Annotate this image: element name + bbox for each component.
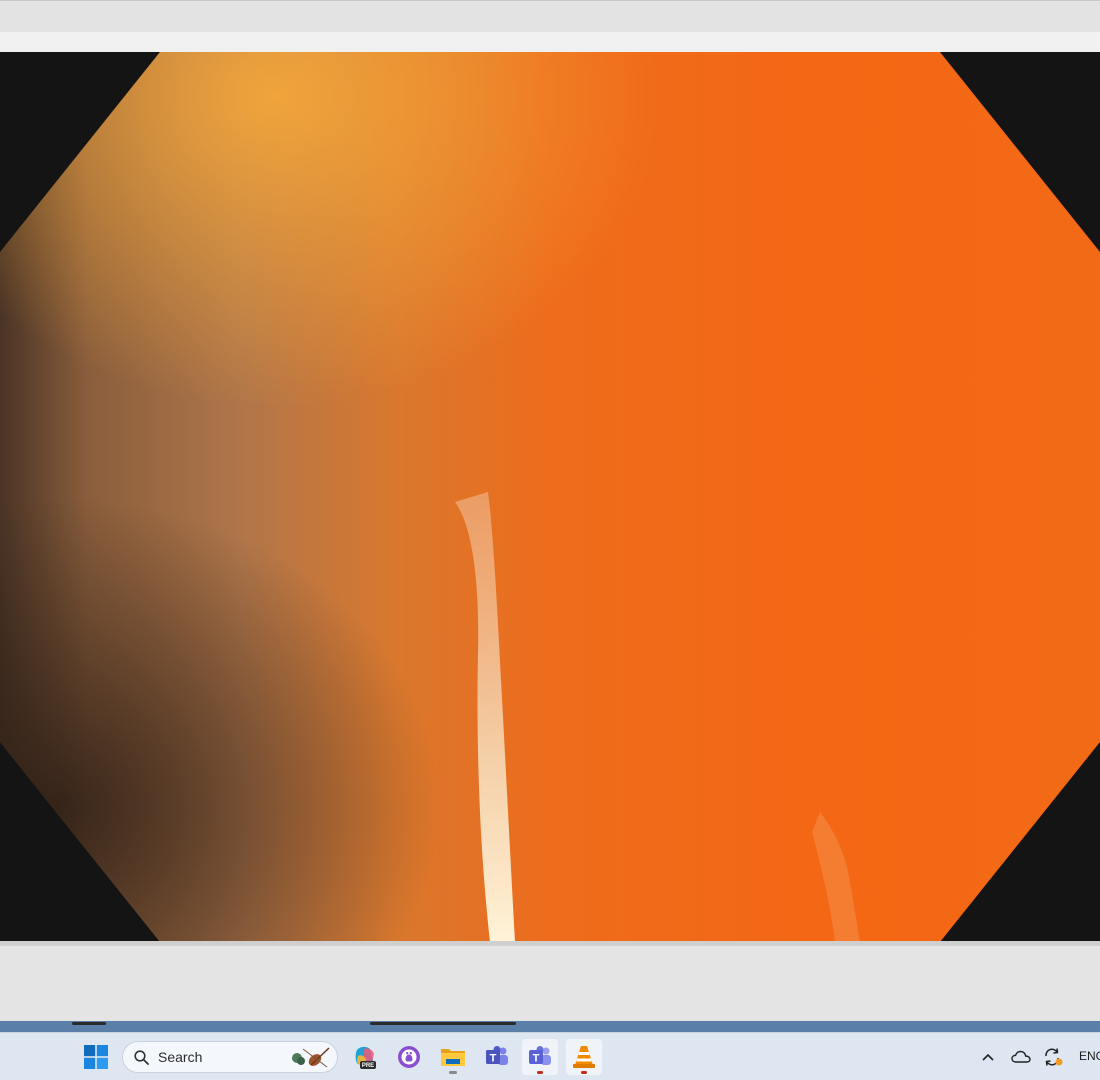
search-placeholder: Search xyxy=(158,1049,203,1065)
github-icon xyxy=(398,1046,420,1068)
desktop-wallpaper-strip xyxy=(0,1021,1100,1032)
search-icon xyxy=(134,1050,149,1065)
svg-text:T: T xyxy=(533,1053,540,1065)
copilot-pre-icon: PRE xyxy=(355,1046,376,1069)
open-indicator xyxy=(449,1071,457,1074)
show-hidden-icons-button[interactable] xyxy=(972,1039,1004,1075)
chevron-up-icon xyxy=(982,1053,994,1061)
menu-bar xyxy=(0,32,1100,52)
title-bar xyxy=(0,0,1100,32)
vlc-cone-icon xyxy=(573,1046,595,1068)
taskbar-app-file-explorer[interactable] xyxy=(435,1039,471,1075)
taskbar-app-github-desktop[interactable] xyxy=(391,1039,427,1075)
svg-text:PRE: PRE xyxy=(362,1063,374,1069)
windows-logo-icon xyxy=(84,1045,108,1069)
taskbar-app-teams-classic[interactable]: T xyxy=(479,1039,515,1075)
wallpaper-detail xyxy=(370,1022,516,1025)
video-frame xyxy=(0,52,1100,942)
language-indicator[interactable]: ENG xyxy=(1079,1049,1100,1063)
open-indicator xyxy=(581,1071,587,1074)
wallpaper-detail xyxy=(72,1022,106,1025)
teams-icon: T xyxy=(486,1046,508,1065)
taskbar-app-copilot[interactable]: PRE xyxy=(347,1039,383,1075)
taskbar-app-teams[interactable]: T xyxy=(522,1039,558,1075)
taskbar-app-vlc[interactable] xyxy=(566,1039,602,1075)
video-display[interactable] xyxy=(0,52,1100,942)
taskbar: Search PRE T T EN xyxy=(0,1032,1100,1080)
folder-icon xyxy=(441,1049,465,1066)
teams-new-icon: T xyxy=(529,1046,551,1065)
taskbar-search-box[interactable]: Search xyxy=(122,1041,338,1073)
onedrive-tray-button[interactable] xyxy=(1005,1039,1037,1075)
sync-icon xyxy=(1045,1048,1063,1066)
violin-illustration-icon xyxy=(292,1047,330,1068)
svg-text:T: T xyxy=(490,1053,497,1065)
app-window: Search PRE T T EN xyxy=(0,0,1100,1080)
sync-tray-button[interactable] xyxy=(1037,1039,1069,1075)
start-button[interactable] xyxy=(78,1039,114,1075)
open-indicator xyxy=(537,1071,543,1074)
cloud-icon xyxy=(1011,1050,1031,1063)
player-controls-area xyxy=(0,945,1100,1021)
